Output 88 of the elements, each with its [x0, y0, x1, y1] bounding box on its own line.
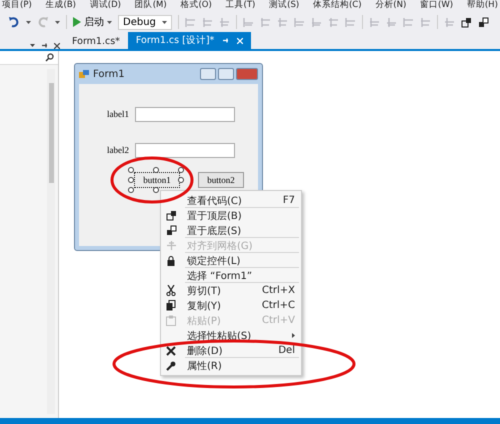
caret-icon[interactable] [30, 44, 35, 47]
menu-item[interactable]: 团队(M) [134, 0, 167, 11]
align-icon[interactable] [344, 16, 356, 28]
undo-icon[interactable] [8, 16, 20, 28]
align-icon[interactable] [420, 16, 431, 28]
menu-label: 复制(Y) [187, 300, 221, 312]
menu-label: 选择 “Form1” [187, 270, 252, 282]
align-icon[interactable] [294, 16, 305, 28]
menu-item[interactable]: 属性(R) [161, 358, 301, 373]
menu-item[interactable]: 复制(Y) Ctrl+C [161, 298, 301, 313]
menu-label: 查看代码(C) [187, 194, 242, 208]
menu-item[interactable]: 置于顶层(B) [161, 208, 301, 223]
search-icon [45, 53, 54, 62]
menu-label: 置于顶层(B) [187, 210, 242, 222]
menu-item[interactable]: 窗口(W) [420, 0, 454, 11]
document-tab[interactable]: Form1.cs* [64, 34, 128, 49]
menu-item[interactable]: 分析(N) [375, 0, 406, 11]
minimize-button[interactable] [200, 68, 216, 80]
delete-icon [166, 346, 176, 356]
scissors-icon [166, 285, 176, 296]
send-back-icon[interactable] [478, 16, 489, 28]
form-label: label2 [107, 145, 129, 155]
menu-label: 剪切(T) [187, 284, 221, 298]
lock-icon [167, 256, 175, 266]
align-icon[interactable] [260, 16, 271, 28]
scrollbar[interactable] [47, 69, 55, 414]
menu-item[interactable]: 调试(D) [90, 0, 121, 11]
align-icon[interactable] [184, 16, 196, 28]
align-icon[interactable] [276, 16, 288, 28]
search-field[interactable] [0, 51, 58, 65]
shortcut-text: Ctrl+V [262, 315, 295, 326]
caret-icon [162, 20, 167, 24]
align-icon[interactable] [218, 16, 230, 28]
shortcut-text: F7 [282, 195, 295, 206]
menu-label: 删除(D) [187, 344, 223, 358]
align-icon[interactable] [310, 16, 322, 28]
menu-item[interactable]: 选择性粘贴(S) [161, 328, 301, 343]
submenu-arrow-icon [292, 333, 295, 338]
caret-icon [26, 20, 31, 24]
paste-icon [166, 315, 176, 326]
menu-item[interactable]: 项目(P) [2, 0, 32, 11]
align-icon[interactable] [444, 16, 455, 28]
align-icon[interactable] [386, 16, 397, 28]
play-icon [73, 17, 81, 27]
close-icon[interactable] [54, 42, 60, 48]
text-field[interactable] [135, 107, 235, 122]
menu-item[interactable]: 帮助(H) [466, 0, 498, 11]
caret-icon [55, 20, 60, 24]
caret-icon [107, 20, 112, 24]
menu-label: 属性(R) [187, 360, 222, 372]
redo-icon[interactable] [37, 16, 49, 28]
copy-icon [166, 300, 176, 311]
align-icon[interactable] [202, 16, 213, 28]
shortcut-text: Ctrl+X [262, 285, 295, 296]
wrench-icon [166, 360, 176, 370]
form-label: label1 [107, 109, 129, 119]
align-icon[interactable] [368, 16, 380, 28]
bring-front-icon[interactable] [460, 16, 472, 28]
form-icon [79, 70, 89, 78]
resize-handle[interactable] [153, 167, 159, 173]
shortcut-text: Del [278, 345, 295, 356]
start-button[interactable]: 启动 [73, 15, 112, 29]
form-button[interactable]: button1 [134, 172, 180, 188]
grid-icon [166, 241, 176, 250]
configuration-dropdown[interactable]: Debug [118, 14, 172, 30]
menu-item[interactable]: 工具(T) [226, 0, 256, 11]
menu-label: 置于底层(S) [187, 224, 242, 238]
resize-handle[interactable] [153, 187, 159, 193]
menu-item[interactable]: 测试(S) [269, 0, 300, 11]
align-icon[interactable] [402, 16, 414, 28]
menu-label: 粘贴(P) [187, 314, 221, 328]
send-back-icon[interactable] [166, 225, 176, 236]
form-button[interactable]: button2 [198, 172, 244, 188]
window-title: Form1 [93, 68, 125, 80]
menu-item[interactable]: 格式(O) [180, 0, 212, 11]
align-icon[interactable] [328, 16, 339, 28]
menu-label: 对齐到网格(G) [187, 240, 253, 252]
align-icon[interactable] [242, 16, 254, 28]
text-field[interactable] [135, 143, 235, 158]
shortcut-text: Ctrl+C [262, 300, 295, 311]
menu-item[interactable]: 剪切(T) Ctrl+X [161, 283, 301, 298]
menu-item[interactable]: 生成(B) [46, 0, 76, 11]
pin-icon[interactable] [41, 42, 48, 49]
menu-item[interactable]: 体系结构(C) [312, 0, 362, 11]
menu-label: 选择性粘贴(S) [187, 330, 252, 342]
menu-label: 锁定控件(L) [187, 254, 240, 268]
maximize-button[interactable] [218, 68, 234, 80]
bring-front-icon[interactable] [166, 210, 176, 221]
